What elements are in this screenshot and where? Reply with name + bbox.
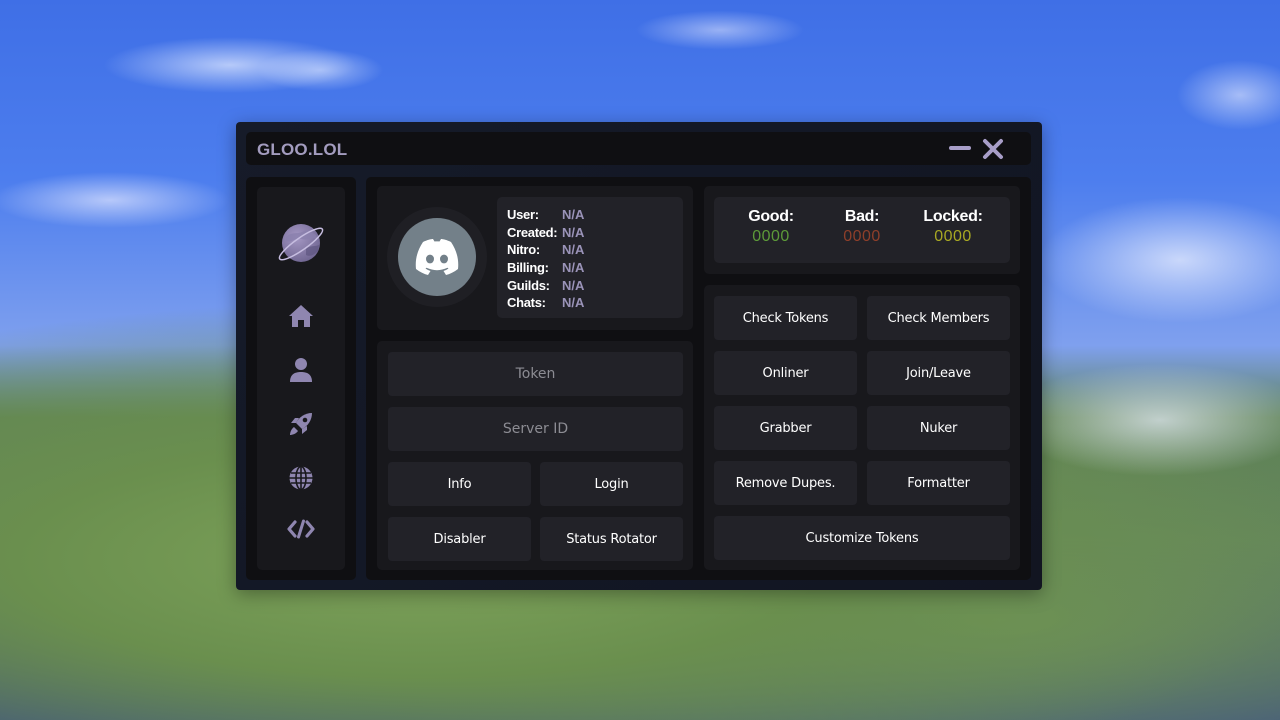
stat-good: Good: 0000: [726, 208, 816, 246]
info-row-created: Created: N/A: [507, 224, 683, 242]
info-label: Guilds:: [507, 277, 550, 293]
info-label: Created:: [507, 224, 558, 240]
check-members-button[interactable]: Check Members: [867, 296, 1010, 340]
disabler-button[interactable]: Disabler: [388, 517, 531, 561]
info-row-chats: Chats: N/A: [507, 294, 683, 312]
actions-panel: Check Tokens Check Members Onliner Join/…: [704, 285, 1020, 570]
info-label: Chats:: [507, 295, 546, 311]
stats-panel: Good: 0000 Bad: 0000 Locked: 0000: [704, 186, 1020, 274]
discord-icon: [415, 239, 459, 275]
status-rotator-button[interactable]: Status Rotator: [540, 517, 683, 561]
info-row-nitro: Nitro: N/A: [507, 241, 683, 259]
formatter-button[interactable]: Formatter: [867, 461, 1010, 505]
rocket-icon[interactable]: [288, 411, 314, 437]
info-row-billing: Billing: N/A: [507, 259, 683, 277]
stat-good-value: 0000: [752, 228, 790, 245]
customize-tokens-button[interactable]: Customize Tokens: [714, 516, 1010, 560]
info-value: N/A: [562, 207, 585, 222]
title-bar[interactable]: GLOO.LOL: [246, 132, 1031, 165]
code-icon[interactable]: [287, 519, 315, 539]
home-icon[interactable]: [288, 304, 314, 328]
info-label: User:: [507, 207, 539, 222]
onliner-button[interactable]: Onliner: [714, 351, 857, 395]
sidebar: [257, 187, 345, 570]
close-icon[interactable]: [981, 137, 1005, 161]
info-value: N/A: [562, 242, 585, 258]
stat-locked-label: Locked:: [923, 208, 983, 225]
profile-panel: User: N/A Created: N/A Nitro: N/A Billin…: [377, 186, 693, 330]
info-label: Nitro:: [507, 242, 540, 258]
server-id-input[interactable]: [388, 407, 683, 451]
info-value: N/A: [562, 260, 585, 276]
minimize-icon[interactable]: [949, 146, 971, 150]
info-label: Billing:: [507, 260, 549, 276]
account-info: User: N/A Created: N/A Nitro: N/A Billin…: [497, 197, 683, 318]
info-value: N/A: [562, 224, 585, 240]
login-button[interactable]: Login: [540, 462, 683, 506]
info-value: N/A: [562, 295, 585, 311]
grabber-button[interactable]: Grabber: [714, 406, 857, 450]
stat-bad-label: Bad:: [844, 208, 880, 225]
stat-bad-value: 0000: [843, 228, 881, 245]
stat-good-label: Good:: [748, 208, 794, 225]
stat-locked-value: 0000: [934, 228, 972, 245]
app-window: GLOO.LOL User: N/A Created: N/A Nitro: N…: [236, 122, 1042, 590]
avatar-ring: [387, 207, 487, 307]
token-stats: Good: 0000 Bad: 0000 Locked: 0000: [714, 197, 1010, 263]
globe-icon[interactable]: [288, 465, 314, 491]
info-button[interactable]: Info: [388, 462, 531, 506]
remove-dupes-button[interactable]: Remove Dupes.: [714, 461, 857, 505]
join-leave-button[interactable]: Join/Leave: [867, 351, 1010, 395]
sidebar-container: [246, 177, 356, 580]
nuker-button[interactable]: Nuker: [867, 406, 1010, 450]
info-row-guilds: Guilds: N/A: [507, 277, 683, 295]
check-tokens-button[interactable]: Check Tokens: [714, 296, 857, 340]
input-panel: Info Login Disabler Status Rotator: [377, 341, 693, 570]
info-row-user: User: N/A: [507, 206, 683, 224]
stat-bad: Bad: 0000: [817, 208, 907, 246]
planet-logo-icon[interactable]: [276, 219, 326, 269]
avatar: [398, 218, 476, 296]
app-title: GLOO.LOL: [257, 140, 348, 159]
stat-locked: Locked: 0000: [908, 208, 998, 246]
info-value: N/A: [562, 277, 585, 293]
user-icon[interactable]: [289, 357, 313, 383]
token-input[interactable]: [388, 352, 683, 396]
main-content: User: N/A Created: N/A Nitro: N/A Billin…: [366, 177, 1031, 580]
